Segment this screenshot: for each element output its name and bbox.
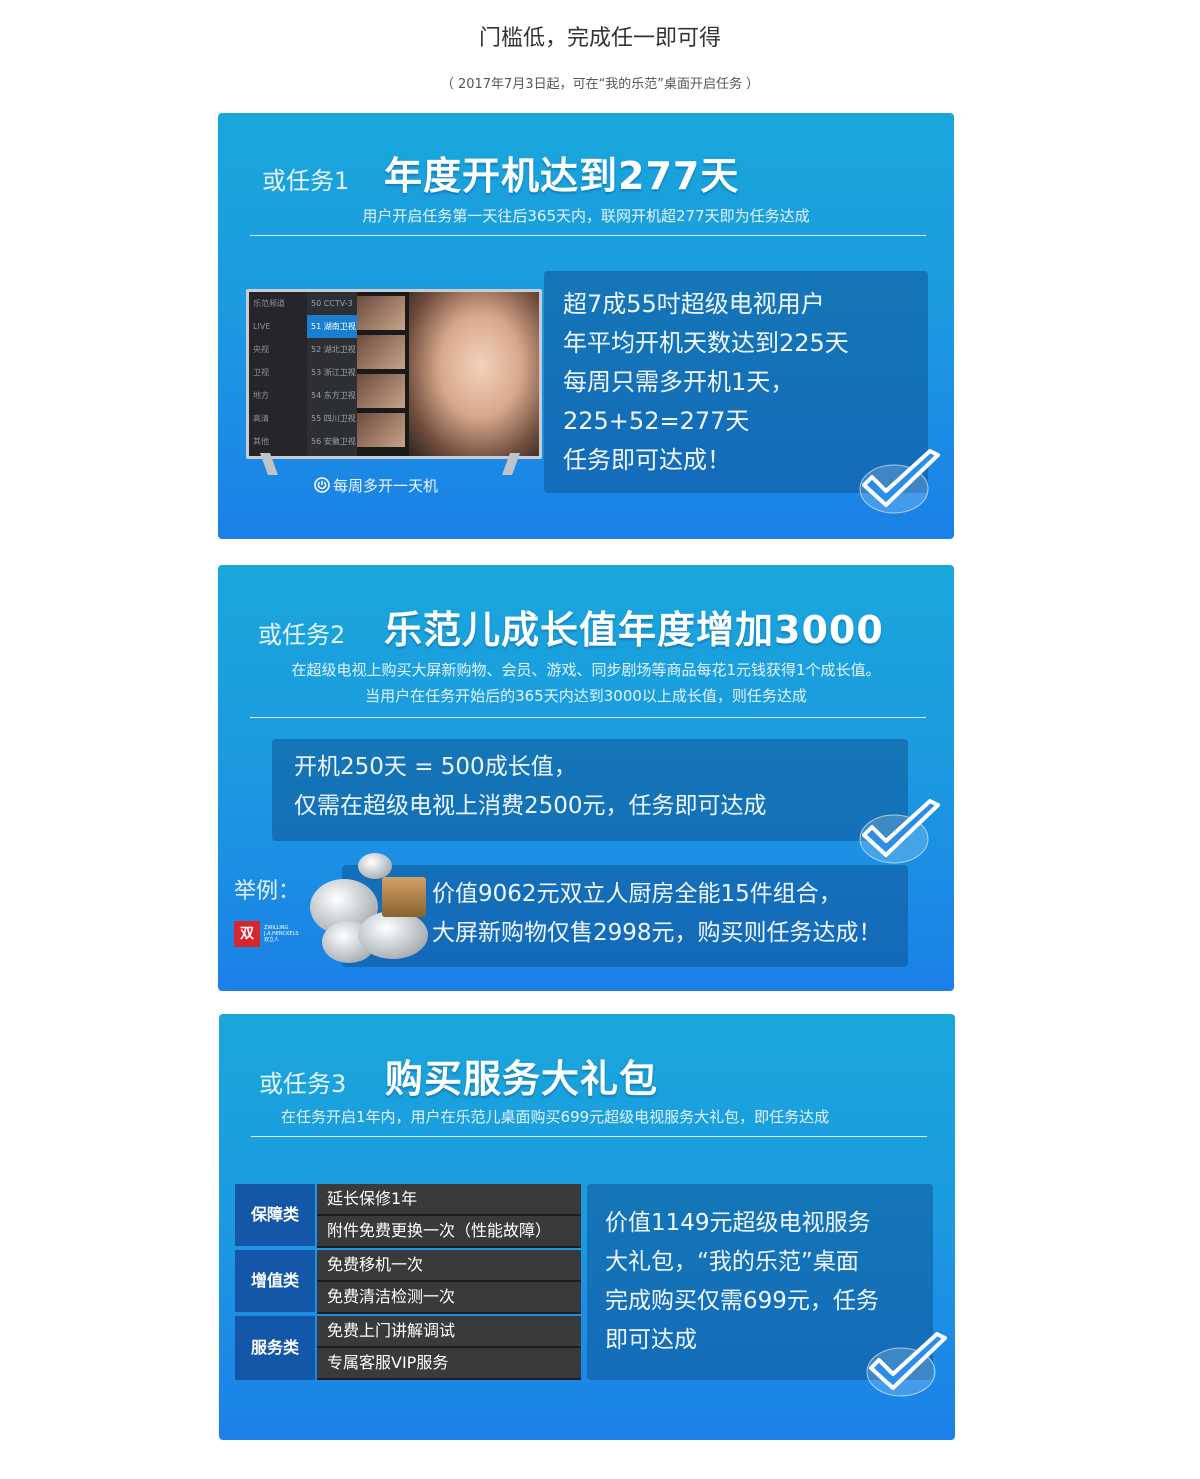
cookware-lid bbox=[358, 853, 392, 879]
task1-desc: 用户开启任务第一天往后365天内，联网开机超277天即为任务达成 bbox=[362, 207, 810, 225]
example-line: 价值9062元双立人厨房全能15件组合， bbox=[432, 881, 842, 907]
example-label: 举例： bbox=[234, 879, 301, 904]
task1-panel-text: 超7成55吋超级电视用户 年平均开机天数达到225天 每周只需多开机1天， 22… bbox=[563, 285, 849, 480]
task2-desc-line: 在超级电视上购买大屏新购物、会员、游戏、同步剧场等商品每花1元钱获得1个成长值。 bbox=[291, 661, 881, 679]
zwilling-logo: 双 bbox=[234, 921, 260, 947]
service-category: 保障类 bbox=[235, 1184, 315, 1246]
task3-tag: 或任务3 bbox=[259, 1070, 347, 1098]
example-text: 价值9062元双立人厨房全能15件组合， 大屏新购物仅售2998元，购买则任务达… bbox=[432, 875, 882, 953]
service-item: 免费清洁检测一次 bbox=[317, 1282, 581, 1314]
task2-divider bbox=[250, 717, 926, 718]
tv-menu: 乐范频道 LIVE 央视 卫视 地方 高清 其他 bbox=[249, 292, 307, 456]
tv-image: 乐范频道 LIVE 央视 卫视 地方 高清 其他 50 CCTV-3 51 湖南… bbox=[246, 289, 542, 459]
tv-thumbnail bbox=[357, 413, 405, 447]
task3-panel-text: 价值1149元超级电视服务 大礼包，“我的乐范”桌面 完成购买仅需699元，任务… bbox=[605, 1204, 879, 1360]
panel-line: 大礼包，“我的乐范”桌面 bbox=[605, 1249, 859, 1275]
tv-channel: 55 四川卫视 bbox=[311, 414, 356, 423]
example-line: 大屏新购物仅售2998元，购买则任务达成！ bbox=[432, 920, 882, 946]
tv-thumbnails bbox=[357, 296, 407, 452]
power-icon bbox=[314, 477, 330, 493]
checkmark-icon bbox=[859, 799, 940, 864]
service-item: 附件免费更换一次（性能故障） bbox=[317, 1216, 581, 1248]
tv-menu-item: 卫视 bbox=[253, 368, 269, 377]
tv-menu-item: 其他 bbox=[253, 437, 269, 446]
service-item: 专属客服VIP服务 bbox=[317, 1348, 581, 1380]
tv-menu-item: 地方 bbox=[253, 391, 269, 400]
task3-card: 或任务3 购买服务大礼包 在任务开启1年内，用户在乐范儿桌面购买699元超级电视… bbox=[219, 1014, 955, 1440]
service-item: 免费移机一次 bbox=[317, 1250, 581, 1282]
task1-divider bbox=[250, 235, 926, 236]
task2-desc: 在超级电视上购买大屏新购物、会员、游戏、同步剧场等商品每花1元钱获得1个成长值。… bbox=[218, 657, 954, 709]
page-subtitle: （ 2017年7月3日起，可在“我的乐范”桌面开启任务 ） bbox=[440, 77, 760, 92]
panel-line: 仅需在超级电视上消费2500元，任务即可达成 bbox=[294, 793, 767, 819]
tv-channel-list: 50 CCTV-3 51 湖南卫视 52 湖北卫视 53 浙江卫视 54 东方卫… bbox=[307, 292, 357, 456]
task3-desc: 在任务开启1年内，用户在乐范儿桌面购买699元超级电视服务大礼包，即任务达成 bbox=[281, 1108, 830, 1126]
checkmark-icon bbox=[859, 449, 940, 514]
panel-line: 即可达成 bbox=[605, 1327, 697, 1353]
cookware-wok bbox=[358, 911, 428, 959]
tv-menu-item: 央视 bbox=[253, 345, 269, 354]
task2-card: 或任务2 乐范儿成长值年度增加3000 在超级电视上购买大屏新购物、会员、游戏、… bbox=[218, 565, 954, 991]
tv-caption-text: 每周多开一天机 bbox=[333, 477, 439, 495]
task3-headline: 购买服务大礼包 bbox=[385, 1057, 659, 1101]
task2-headline: 乐范儿成长值年度增加3000 bbox=[384, 608, 884, 652]
task1-headline: 年度开机达到277天 bbox=[384, 154, 740, 198]
task1-card: 或任务1 年度开机达到277天 用户开启任务第一天往后365天内，联网开机超27… bbox=[218, 113, 954, 539]
tv-menu-item: 高清 bbox=[253, 414, 269, 423]
knife-block bbox=[382, 877, 426, 917]
panel-line: 225+52=277天 bbox=[563, 407, 750, 435]
panel-line: 每周只需多开机1天， bbox=[563, 368, 795, 396]
task3-divider bbox=[251, 1136, 927, 1137]
service-item: 延长保修1年 bbox=[317, 1184, 581, 1216]
tv-thumbnail bbox=[357, 335, 405, 369]
tv-thumbnail bbox=[357, 374, 405, 408]
panel-line: 开机250天 = 500成长值， bbox=[294, 754, 577, 780]
tv-channel: 54 东方卫视 bbox=[311, 391, 356, 400]
tv-channel: 53 浙江卫视 bbox=[311, 368, 356, 377]
tv-channel: 52 湖北卫视 bbox=[311, 345, 356, 354]
panel-line: 年平均开机天数达到225天 bbox=[563, 329, 849, 357]
panel-line: 价值1149元超级电视服务 bbox=[605, 1210, 871, 1236]
panel-line: 完成购买仅需699元，任务 bbox=[605, 1288, 879, 1314]
tv-channel: 50 CCTV-3 bbox=[311, 299, 353, 308]
task2-panel-text: 开机250天 = 500成长值， 仅需在超级电视上消费2500元，任务即可达成 bbox=[294, 748, 767, 826]
service-item: 免费上门讲解调试 bbox=[317, 1316, 581, 1348]
panel-line: 任务即可达成！ bbox=[563, 446, 731, 474]
service-category: 增值类 bbox=[235, 1250, 315, 1312]
tv-channel: 51 湖南卫视 bbox=[307, 315, 357, 338]
service-category: 服务类 bbox=[235, 1316, 315, 1380]
tv-drama-image bbox=[409, 292, 539, 456]
tv-menu-item: LIVE bbox=[253, 322, 271, 331]
task1-tag: 或任务1 bbox=[262, 167, 350, 195]
tv-caption: 每周多开一天机 bbox=[314, 475, 438, 496]
page-title: 门槛低，完成任一即可得 bbox=[478, 26, 721, 51]
task2-desc-line: 当用户在任务开始后的365天内达到3000以上成长值，则任务达成 bbox=[365, 687, 807, 705]
panel-line: 超7成55吋超级电视用户 bbox=[563, 290, 825, 318]
tv-thumbnail bbox=[357, 296, 405, 330]
brand-text: ZWILLING J.A.HENCKELS 双立人 bbox=[264, 925, 299, 943]
tv-channel: 56 安徽卫视 bbox=[311, 437, 356, 446]
checkmark-icon bbox=[866, 1332, 947, 1397]
task2-tag: 或任务2 bbox=[258, 621, 346, 649]
tv-menu-item: 乐范频道 bbox=[253, 299, 285, 308]
